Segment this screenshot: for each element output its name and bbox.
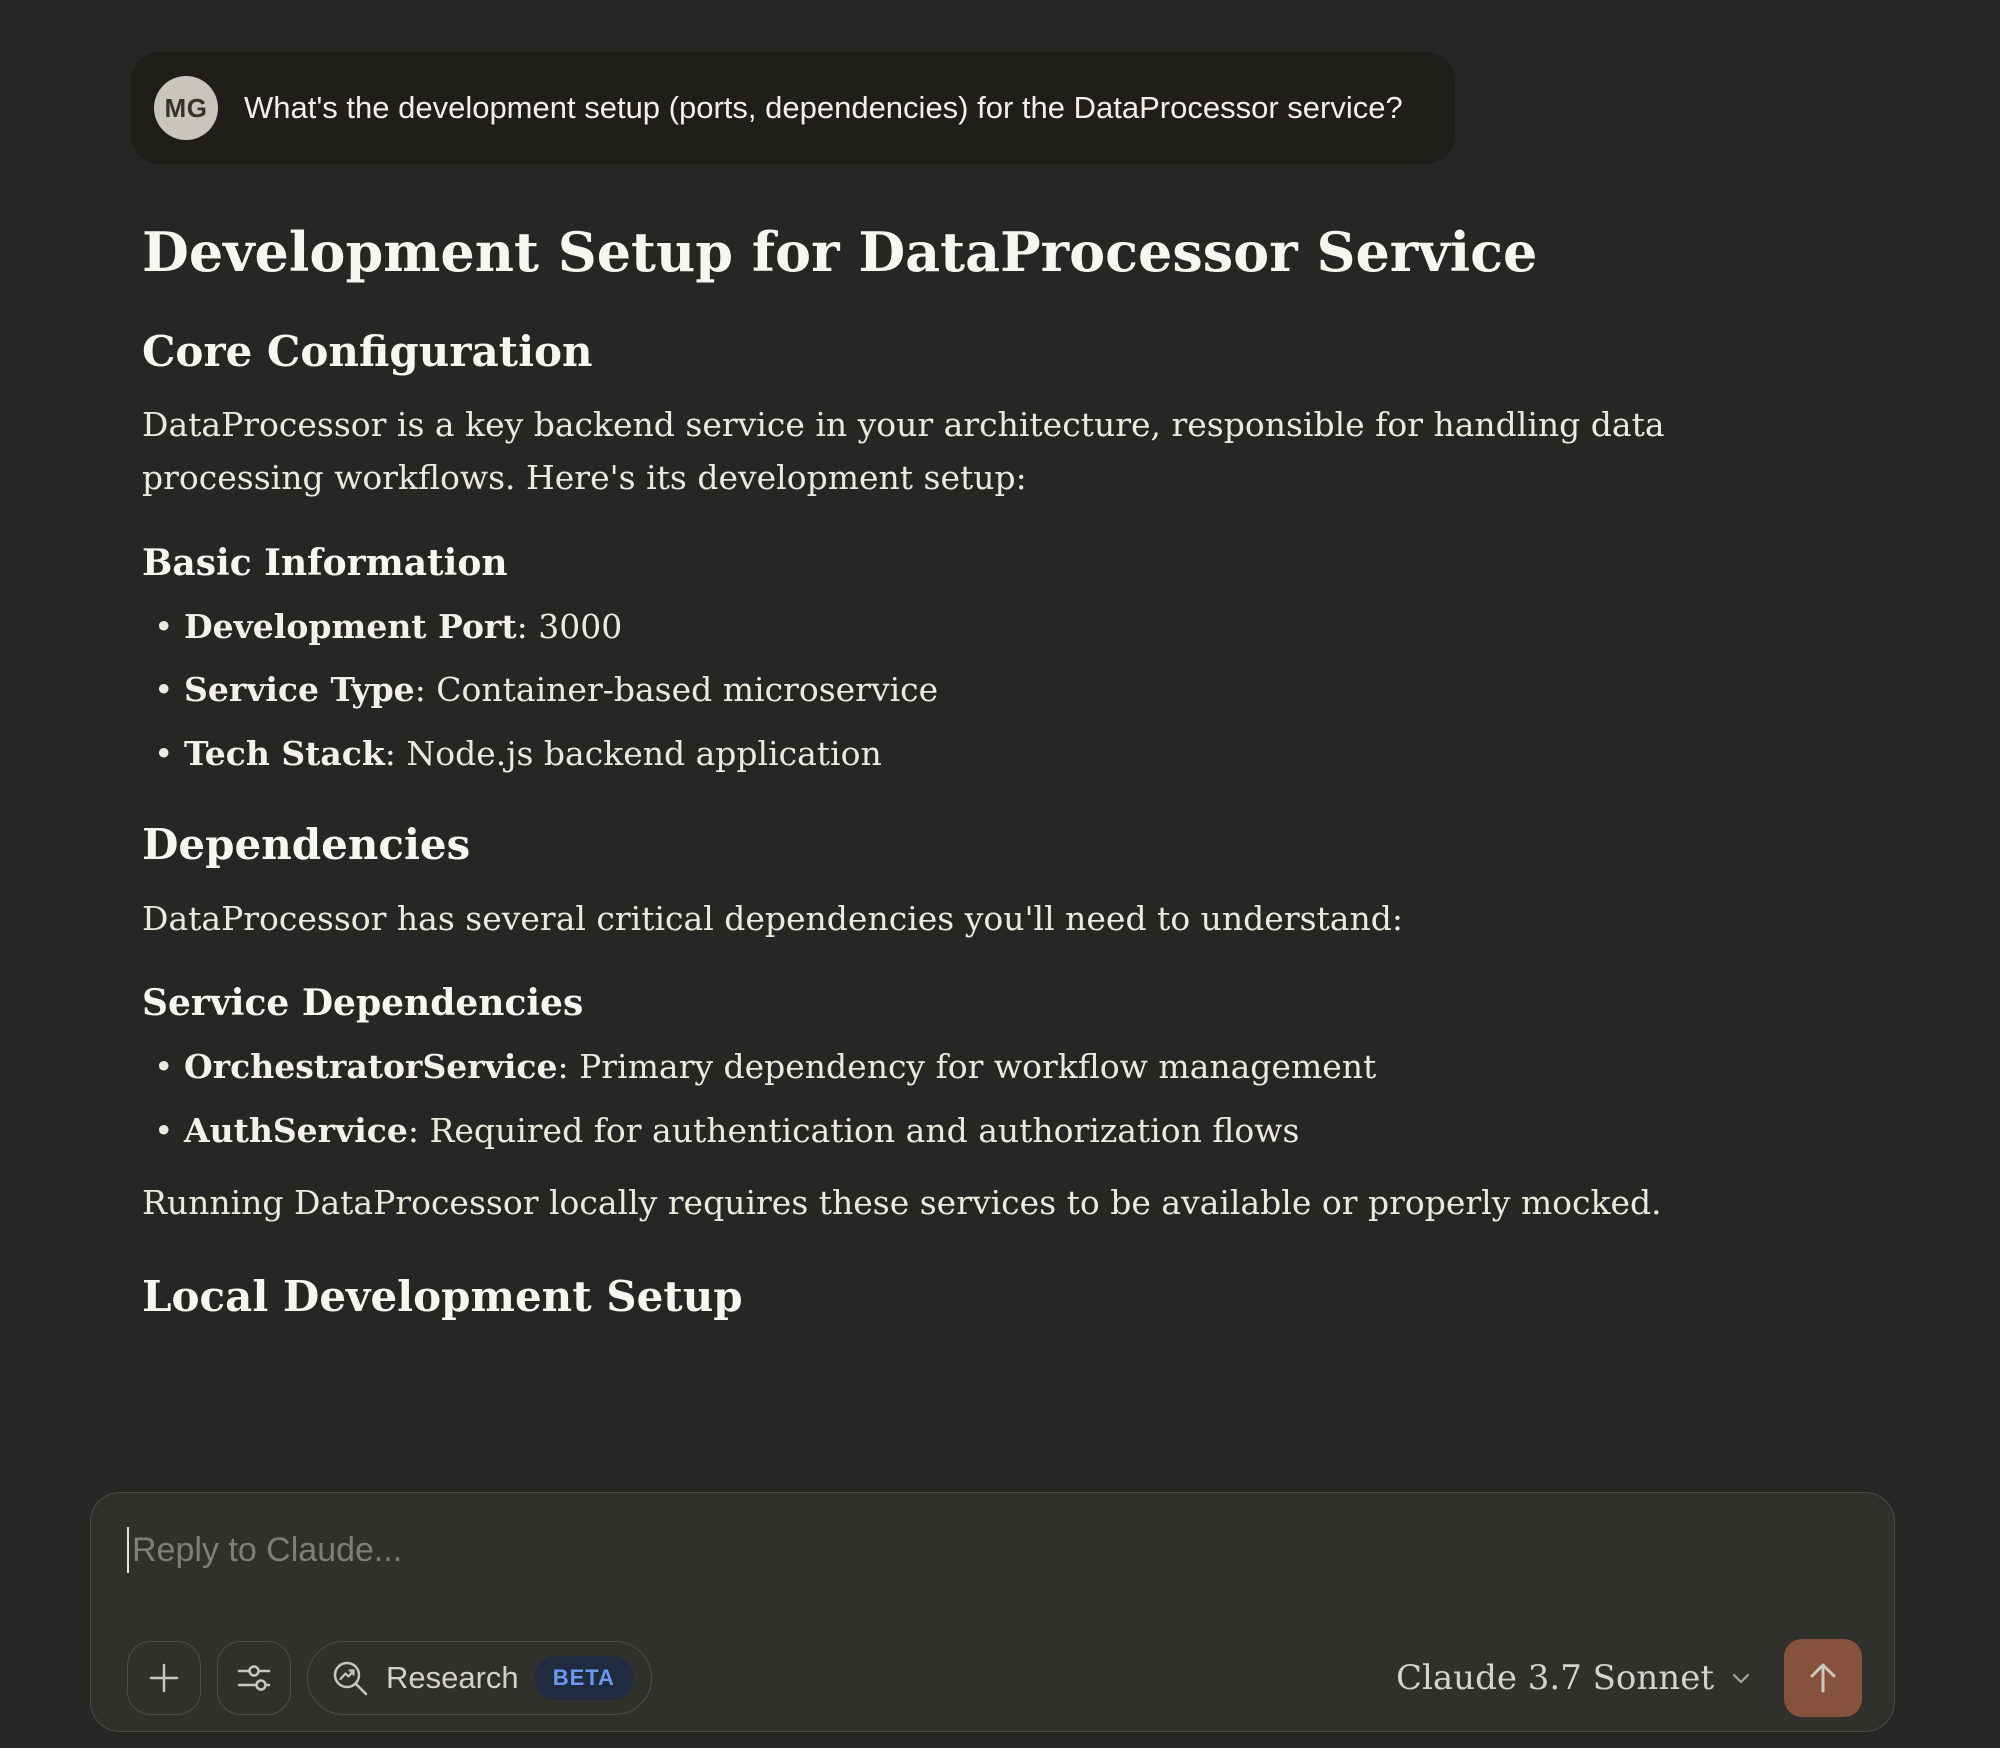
list-item-separator: : (415, 670, 437, 709)
reply-input[interactable]: Reply to Claude... (127, 1527, 1858, 1573)
beta-badge: BETA (535, 1656, 633, 1700)
model-selector-label: Claude 3.7 Sonnet (1396, 1658, 1714, 1698)
subsection-heading-basic-information: Basic Information (142, 541, 1722, 586)
tools-settings-button[interactable] (217, 1641, 291, 1715)
list-item-separator: : (557, 1047, 579, 1086)
model-selector[interactable]: Claude 3.7 Sonnet (1396, 1658, 1754, 1698)
list-item-term: Service Type (184, 670, 415, 709)
paragraph-dependencies-intro: DataProcessor has several critical depen… (142, 893, 1722, 946)
user-message-text: What's the development setup (ports, dep… (244, 88, 1403, 128)
assistant-response: Development Setup for DataProcessor Serv… (142, 220, 1722, 1323)
research-magnifier-icon (330, 1658, 370, 1698)
list-item-separator: : (385, 734, 407, 773)
list-item-term: OrchestratorService (184, 1047, 557, 1086)
list-item-separator: : (517, 607, 539, 646)
section-heading-dependencies: Dependencies (142, 820, 1722, 870)
section-heading-core-configuration: Core Configuration (142, 327, 1722, 377)
list-item: Tech Stack: Node.js backend application (142, 729, 1722, 779)
list-item-separator: : (408, 1111, 430, 1150)
send-button[interactable] (1784, 1639, 1862, 1717)
reply-input-placeholder: Reply to Claude... (132, 1531, 402, 1570)
list-item-desc: Required for authentication and authoriz… (429, 1111, 1299, 1150)
user-message-bubble: MG What's the development setup (ports, … (130, 52, 1455, 164)
chat-thread: MG What's the development setup (ports, … (130, 52, 1770, 1323)
text-caret (127, 1527, 129, 1573)
service-dependencies-list: OrchestratorService: Primary dependency … (142, 1042, 1722, 1155)
subsection-heading-service-dependencies: Service Dependencies (142, 981, 1722, 1026)
list-item-term: Tech Stack (184, 734, 385, 773)
sliders-icon (235, 1659, 273, 1697)
basic-information-list: Development Port: 3000 Service Type: Con… (142, 602, 1722, 779)
list-item-desc: Primary dependency for workflow manageme… (579, 1047, 1376, 1086)
response-title: Development Setup for DataProcessor Serv… (142, 220, 1722, 285)
reply-composer[interactable]: Reply to Claude... (90, 1492, 1895, 1732)
composer-toolbar-left: Research BETA (127, 1641, 652, 1715)
attach-button[interactable] (127, 1641, 201, 1715)
plus-icon (146, 1660, 182, 1696)
list-item-term: Development Port (184, 607, 517, 646)
paragraph-dependencies-note: Running DataProcessor locally requires t… (142, 1177, 1722, 1230)
list-item: Development Port: 3000 (142, 602, 1722, 652)
research-button[interactable]: Research BETA (307, 1641, 652, 1715)
arrow-up-icon (1803, 1658, 1843, 1698)
composer-toolbar: Research BETA Claude 3.7 Sonnet (127, 1639, 1862, 1717)
list-item-desc: Container-based microservice (436, 670, 938, 709)
composer-toolbar-right: Claude 3.7 Sonnet (1396, 1639, 1862, 1717)
section-heading-local-development-setup: Local Development Setup (142, 1272, 1722, 1322)
list-item-term: AuthService (184, 1111, 408, 1150)
list-item: OrchestratorService: Primary dependency … (142, 1042, 1722, 1092)
list-item-desc: Node.js backend application (406, 734, 881, 773)
paragraph-core-intro: DataProcessor is a key backend service i… (142, 399, 1722, 505)
research-button-label: Research (386, 1660, 519, 1696)
list-item: AuthService: Required for authentication… (142, 1106, 1722, 1156)
avatar: MG (154, 76, 218, 140)
chevron-down-icon (1728, 1665, 1754, 1691)
list-item-desc: 3000 (538, 607, 622, 646)
list-item: Service Type: Container-based microservi… (142, 665, 1722, 715)
